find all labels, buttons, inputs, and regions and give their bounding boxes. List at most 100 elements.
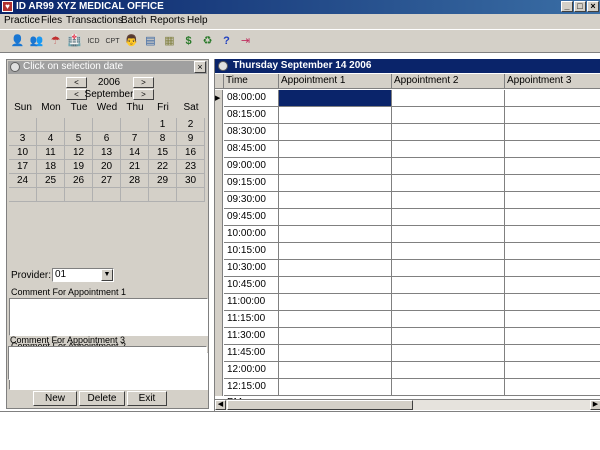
appointment-1-cell[interactable] [279,226,392,243]
chevron-down-icon[interactable]: ▼ [101,269,113,281]
appointment-2-cell[interactable] [392,311,505,328]
appointment-2-cell[interactable] [392,294,505,311]
appointment-1-cell[interactable] [279,345,392,362]
appointment-1-cell[interactable] [279,243,392,260]
calendar-day[interactable] [65,118,93,132]
calendar-day[interactable] [9,188,37,202]
appointment-3-cell[interactable] [505,277,600,294]
appointment-1-cell[interactable] [279,124,392,141]
appointment-2-cell[interactable] [392,107,505,124]
exit-button[interactable]: Exit [127,391,167,406]
calendar-day[interactable]: 18 [37,160,65,174]
exit-icon[interactable]: ⇥ [237,33,254,50]
appointment-2-cell[interactable] [392,243,505,260]
row-indicator[interactable] [215,209,223,226]
card-icon[interactable]: ▤ [142,33,159,50]
appointment-1-cell[interactable] [279,192,392,209]
appointment-2-cell[interactable] [392,175,505,192]
appointment-3-cell[interactable] [505,379,600,396]
next-year-button[interactable]: > [133,77,154,88]
calendar-day[interactable]: 15 [149,146,177,160]
row-indicator[interactable] [215,294,223,311]
doctor-icon[interactable]: 👨 [123,33,140,50]
appointment-1-cell[interactable] [279,311,392,328]
calendar-day[interactable] [93,118,121,132]
appointment-2-cell[interactable] [392,277,505,294]
payment-icon[interactable]: ♻ [199,33,216,50]
column-header-appointment-1[interactable]: Appointment 1 [279,74,392,89]
appointment-1-cell[interactable] [279,328,392,345]
appointment-3-cell[interactable] [505,345,600,362]
appointment-3-cell[interactable] [505,243,600,260]
calendar-day[interactable]: 22 [149,160,177,174]
appointment-3-cell[interactable] [505,294,600,311]
appointment-1-cell[interactable] [279,209,392,226]
row-indicator[interactable] [215,192,223,209]
menu-practice[interactable]: Practice [4,15,40,26]
appointment-1-cell[interactable] [279,379,392,396]
menu-files[interactable]: Files [41,15,62,26]
row-indicator[interactable] [215,141,223,158]
calendar-day[interactable]: 11 [37,146,65,160]
appointment-2-cell[interactable] [392,260,505,277]
appointment-3-cell[interactable] [505,192,600,209]
menu-help[interactable]: Help [187,15,208,26]
calendar-day[interactable]: 8 [149,132,177,146]
comment3-field[interactable] [8,346,207,380]
calendar-day[interactable] [65,188,93,202]
appointment-2-cell[interactable] [392,362,505,379]
calendar-day[interactable]: 14 [121,146,149,160]
pin-icon[interactable] [218,61,228,71]
minimize-button[interactable]: _ [561,1,573,12]
scroll-thumb[interactable] [227,400,413,410]
close-button[interactable]: × [587,1,599,12]
calendar-day[interactable]: 30 [177,174,205,188]
appointment-1-cell[interactable] [279,277,392,294]
calendar-day[interactable]: 19 [65,160,93,174]
scroll-right-icon[interactable]: ▶ [590,400,600,410]
row-indicator[interactable] [215,226,223,243]
row-indicator[interactable] [215,243,223,260]
column-header-appointment-3[interactable]: Appointment 3 [505,74,600,89]
row-indicator[interactable] [215,277,223,294]
calendar-day[interactable] [93,188,121,202]
appointment-3-cell[interactable] [505,158,600,175]
menu-transactions[interactable]: Transactions [66,15,123,26]
calendar-day[interactable]: 5 [65,132,93,146]
hospital-icon[interactable]: 🏥 [66,33,83,50]
calendar-day[interactable]: 2 [177,118,205,132]
calendar-day[interactable]: 24 [9,174,37,188]
calendar-day[interactable]: 1 [149,118,177,132]
panel-close-button[interactable]: × [194,61,206,73]
appointment-3-cell[interactable] [505,260,600,277]
column-header-appointment-2[interactable]: Appointment 2 [392,74,505,89]
row-indicator[interactable] [215,379,223,396]
calendar-day[interactable]: 17 [9,160,37,174]
appointment-1-cell[interactable] [279,107,392,124]
appointment-3-cell[interactable] [505,90,600,107]
person-icon[interactable]: 👤 [9,33,26,50]
calendar-day[interactable]: 27 [93,174,121,188]
appointment-2-cell[interactable] [392,192,505,209]
calendar-day[interactable] [9,118,37,132]
column-header-time[interactable]: Time [224,74,279,89]
calendar-day[interactable]: 12 [65,146,93,160]
calendar-day[interactable] [177,188,205,202]
appointment-3-cell[interactable] [505,362,600,379]
appointment-3-cell[interactable] [505,226,600,243]
appointment-1-cell[interactable] [279,175,392,192]
row-indicator[interactable] [215,362,223,379]
people-icon[interactable]: 👥 [28,33,45,50]
calendar-day[interactable] [149,188,177,202]
provider-select[interactable]: 01 ▼ [52,268,114,282]
horizontal-scrollbar[interactable]: ◀ ▶ [215,399,600,410]
next-month-button[interactable]: > [133,89,154,100]
pin-icon[interactable] [10,62,20,72]
calendar-day[interactable]: 29 [149,174,177,188]
row-indicator[interactable] [215,107,223,124]
cpt-icon[interactable]: CPT [104,33,121,50]
appointment-1-cell[interactable] [279,294,392,311]
restore-button[interactable]: □ [574,1,586,12]
appointment-2-cell[interactable] [392,226,505,243]
calendar-day[interactable]: 7 [121,132,149,146]
